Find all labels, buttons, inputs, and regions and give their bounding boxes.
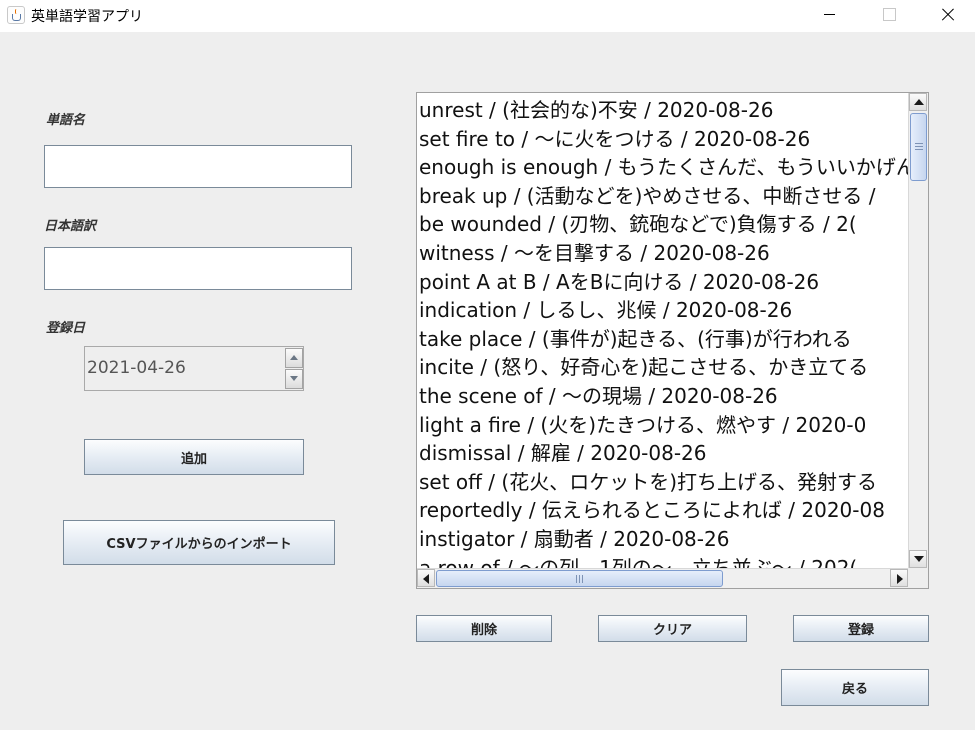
register-button[interactable]: 登録 <box>793 615 929 642</box>
horizontal-scrollbar[interactable] <box>417 568 908 588</box>
list-item[interactable]: dismissal / 解雇 / 2020-08-26 <box>419 439 707 468</box>
date-spinner[interactable]: 2021-04-26 <box>84 346 304 391</box>
list-item[interactable]: be wounded / (刃物、銃砲などで)負傷する / 2( <box>419 210 857 239</box>
word-list-scrollpane: unrest / (社会的な)不安 / 2020-08-26 set fire … <box>416 92 929 589</box>
list-item[interactable]: point A at B / AをBに向ける / 2020-08-26 <box>419 268 819 297</box>
list-item[interactable]: unrest / (社会的な)不安 / 2020-08-26 <box>419 96 773 125</box>
add-button[interactable]: 追加 <box>84 439 304 475</box>
scroll-right-button[interactable] <box>890 569 908 587</box>
vertical-scroll-thumb[interactable] <box>910 113 927 181</box>
list-item[interactable]: witness / ～を目撃する / 2020-08-26 <box>419 239 770 268</box>
spinner-down-button[interactable] <box>285 369 303 389</box>
list-item[interactable]: enough is enough / もうたくさんだ、もういいかげん <box>419 153 908 182</box>
list-item[interactable]: set fire to / ～に火をつける / 2020-08-26 <box>419 125 810 154</box>
window-title: 英単語学習アプリ <box>31 9 143 25</box>
list-item[interactable]: take place / (事件が)起きる、(行事)が行われる <box>419 325 852 354</box>
scroll-corner <box>908 568 928 588</box>
list-item[interactable]: the scene of / ～の現場 / 2020-08-26 <box>419 382 778 411</box>
vertical-scrollbar[interactable] <box>908 93 928 568</box>
date-label: 登録日 <box>46 321 86 336</box>
spinner-up-button[interactable] <box>285 348 303 368</box>
list-item[interactable]: reportedly / 伝えられるところによれば / 2020-08 <box>419 496 885 525</box>
word-input[interactable] <box>45 146 351 187</box>
arrow-left-icon <box>423 574 429 584</box>
word-label: 単語名 <box>46 113 86 128</box>
arrow-down-icon <box>914 556 924 562</box>
csv-import-button[interactable]: CSVファイルからのインポート <box>63 520 335 565</box>
arrow-up-icon <box>914 99 924 105</box>
maximize-button[interactable] <box>866 0 912 30</box>
word-list[interactable]: unrest / (社会的な)不安 / 2020-08-26 set fire … <box>417 93 908 568</box>
horizontal-scroll-thumb[interactable] <box>436 570 723 587</box>
scroll-left-button[interactable] <box>417 569 435 587</box>
scroll-down-button[interactable] <box>909 550 927 568</box>
close-button[interactable] <box>924 0 970 30</box>
clear-button[interactable]: クリア <box>598 615 747 642</box>
minimize-button[interactable] <box>806 0 852 30</box>
list-item[interactable]: break up / (活動などを)やめさせる、中断させる / <box>419 182 876 211</box>
list-item[interactable]: light a fire / (火を)たきつける、燃やす / 2020-0 <box>419 411 866 440</box>
list-item[interactable]: incite / (怒り、好奇心を)起こさせる、かき立てる <box>419 353 868 382</box>
translation-field-box <box>44 247 352 290</box>
delete-button[interactable]: 削除 <box>416 615 552 642</box>
java-app-icon <box>7 6 25 24</box>
list-item[interactable]: set off / (花火、ロケットを)打ち上げる、発射する <box>419 468 877 497</box>
scroll-up-button[interactable] <box>909 93 927 111</box>
arrow-up-icon <box>290 355 298 360</box>
list-item[interactable]: a row of / ～の列、1列の～、立ち並ぶ～ / 202( <box>419 554 857 568</box>
list-item[interactable]: indication / しるし、兆候 / 2020-08-26 <box>419 296 792 325</box>
translation-label: 日本語訳 <box>44 219 97 234</box>
back-button[interactable]: 戻る <box>781 669 929 706</box>
translation-input[interactable] <box>45 248 351 289</box>
title-bar: 英単語学習アプリ <box>0 0 975 32</box>
word-field-box <box>44 145 352 188</box>
arrow-right-icon <box>897 574 903 584</box>
arrow-down-icon <box>290 376 298 381</box>
date-value[interactable]: 2021-04-26 <box>87 358 186 378</box>
list-item[interactable]: instigator / 扇動者 / 2020-08-26 <box>419 525 729 554</box>
